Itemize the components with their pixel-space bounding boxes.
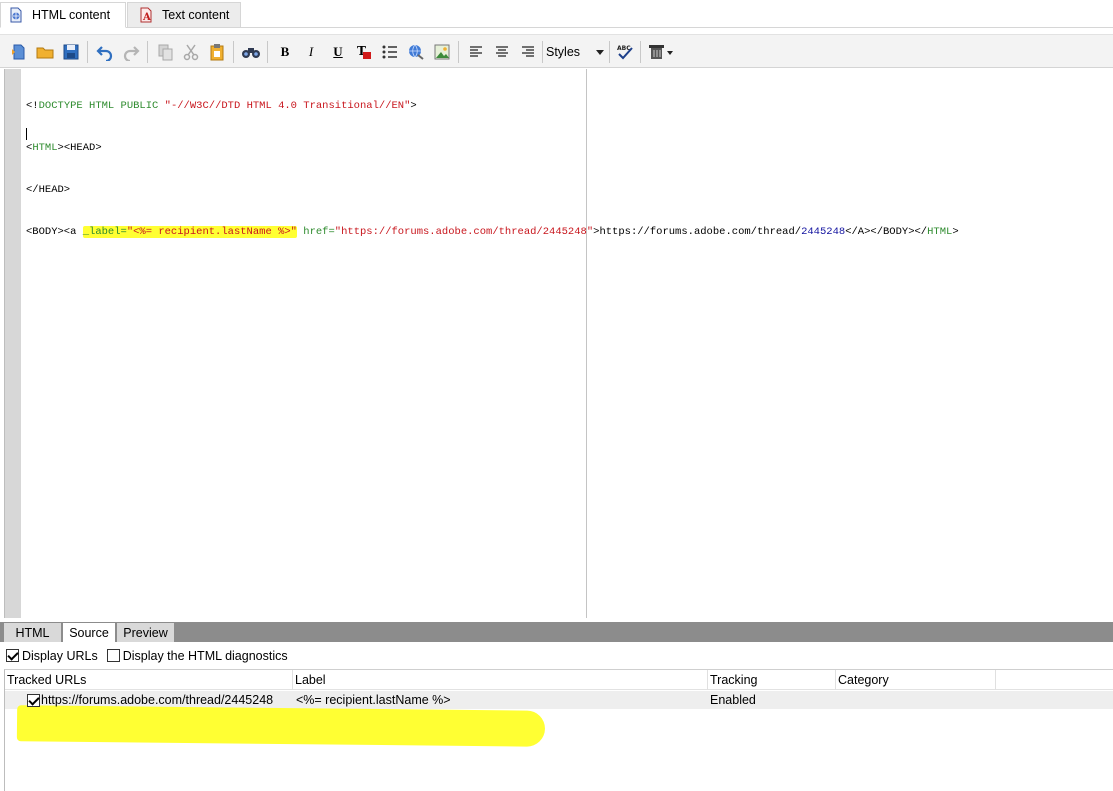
display-options: Display URLs Display the HTML diagnostic… xyxy=(0,643,1113,668)
tracked-url-cell: https://forums.adobe.com/thread/2445248 xyxy=(41,693,274,707)
code-line: </HEAD> xyxy=(26,183,959,197)
display-urls-option[interactable]: Display URLs xyxy=(6,649,98,663)
tab-html-content-label: HTML content xyxy=(32,8,111,22)
toolbar-separator xyxy=(87,41,88,63)
code-token: ><HEAD> xyxy=(57,142,102,154)
undo-icon[interactable] xyxy=(95,42,115,62)
display-urls-label: Display URLs xyxy=(22,648,98,663)
content-tabs-bar: HTML content A Text content xyxy=(0,0,1113,28)
display-urls-checkbox[interactable] xyxy=(6,649,19,662)
table-header: Tracked URLs Label Tracking Category xyxy=(5,670,1113,690)
align-center-icon[interactable] xyxy=(492,42,512,62)
tracked-urls-table: Tracked URLs Label Tracking Category htt… xyxy=(4,669,1113,791)
code-token: HTML xyxy=(927,226,953,238)
code-token: 2445248 xyxy=(801,226,846,238)
open-folder-icon[interactable] xyxy=(35,42,55,62)
tracking-cell: Enabled xyxy=(710,693,756,707)
code-token: _label= xyxy=(82,226,127,238)
insert-image-icon[interactable] xyxy=(432,42,452,62)
tab-preview[interactable]: Preview xyxy=(117,623,175,642)
code-line: <!DOCTYPE HTML PUBLIC "-//W3C//DTD HTML … xyxy=(26,99,959,113)
row-highlight xyxy=(16,705,546,747)
code-line: <HTML><HEAD> xyxy=(26,141,959,155)
chevron-down-icon xyxy=(596,50,604,55)
column-header-category[interactable]: Category xyxy=(836,670,996,690)
cut-icon[interactable] xyxy=(181,42,201,62)
insert-link-icon[interactable] xyxy=(406,42,426,62)
tab-html-content[interactable]: HTML content xyxy=(0,2,126,28)
styles-dropdown-label: Styles xyxy=(546,45,581,59)
code-token: <BODY><a xyxy=(26,226,83,238)
code-token: > xyxy=(952,226,959,238)
spellcheck-icon[interactable]: ABC xyxy=(615,42,635,62)
display-diagnostics-label: Display the HTML diagnostics xyxy=(122,648,288,663)
source-code[interactable]: <!DOCTYPE HTML PUBLIC "-//W3C//DTD HTML … xyxy=(26,71,959,267)
toolbar-separator xyxy=(640,41,641,63)
new-document-icon[interactable] xyxy=(9,42,29,62)
underline-button[interactable]: U xyxy=(328,42,348,62)
find-binoculars-icon[interactable] xyxy=(241,42,261,62)
code-token: href= xyxy=(303,226,335,238)
toolbar-separator xyxy=(147,41,148,63)
tab-html[interactable]: HTML xyxy=(4,623,62,642)
align-right-icon[interactable] xyxy=(518,42,538,62)
copy-icon[interactable] xyxy=(155,42,175,62)
code-token: DOCTYPE HTML PUBLIC xyxy=(38,100,159,112)
text-cursor xyxy=(26,128,27,140)
italic-button[interactable]: I xyxy=(301,42,321,62)
paste-icon[interactable] xyxy=(207,42,227,62)
toolbar-separator xyxy=(458,41,459,63)
column-header-tracking[interactable]: Tracking xyxy=(708,670,836,690)
text-content-icon: A xyxy=(138,7,154,23)
toolbar-separator xyxy=(233,41,234,63)
tab-text-content-label: Text content xyxy=(162,8,230,22)
code-token: </A></BODY></ xyxy=(845,226,928,238)
bold-button[interactable]: B xyxy=(275,42,295,62)
row-tracked-checkbox[interactable] xyxy=(27,693,40,707)
redo-icon[interactable] xyxy=(121,42,141,62)
tab-source[interactable]: Source xyxy=(63,623,116,642)
code-line: <BODY><a _label="<%= recipient.lastName … xyxy=(26,225,959,239)
editor-gutter xyxy=(5,69,21,618)
highlighted-label-attribute: _label="<%= recipient.lastName %>" xyxy=(82,226,297,238)
editor-toolbar: B I U T Styles ABC xyxy=(0,34,1113,68)
column-header-tracked-urls[interactable]: Tracked URLs xyxy=(5,670,293,690)
svg-text:A: A xyxy=(142,12,151,23)
label-cell: <%= recipient.lastName %> xyxy=(296,693,451,707)
source-code-editor[interactable]: <!DOCTYPE HTML PUBLIC "-//W3C//DTD HTML … xyxy=(4,69,1113,618)
code-token: >https://forums.adobe.com/thread/ xyxy=(593,226,802,238)
bullet-list-icon[interactable] xyxy=(380,42,400,62)
html-content-icon xyxy=(8,7,24,23)
align-left-icon[interactable] xyxy=(466,42,486,62)
code-token: HTML xyxy=(32,142,58,154)
table-row[interactable]: https://forums.adobe.com/thread/2445248 … xyxy=(5,691,1113,747)
tab-text-content[interactable]: A Text content xyxy=(127,2,241,28)
clear-format-menu-icon[interactable] xyxy=(648,42,676,62)
code-token: "https://forums.adobe.com/thread/2445248… xyxy=(334,226,594,238)
toolbar-separator xyxy=(609,41,610,63)
toolbar-separator xyxy=(267,41,268,63)
save-icon[interactable] xyxy=(61,42,81,62)
column-header-label[interactable]: Label xyxy=(293,670,708,690)
text-color-icon[interactable]: T xyxy=(354,42,374,62)
code-token: "-//W3C//DTD HTML 4.0 Transitional//EN" xyxy=(164,100,411,112)
code-token: <! xyxy=(26,100,39,112)
code-token: > xyxy=(410,100,417,112)
view-tabs-bar: HTML Source Preview xyxy=(0,622,1113,642)
display-diagnostics-checkbox[interactable] xyxy=(106,649,120,662)
code-token: "<%= recipient.lastName %>" xyxy=(126,226,297,238)
toolbar-separator xyxy=(542,41,543,63)
styles-dropdown[interactable]: Styles xyxy=(546,41,606,63)
display-diagnostics-option[interactable]: Display the HTML diagnostics xyxy=(106,648,288,663)
code-token: </HEAD> xyxy=(26,184,71,196)
